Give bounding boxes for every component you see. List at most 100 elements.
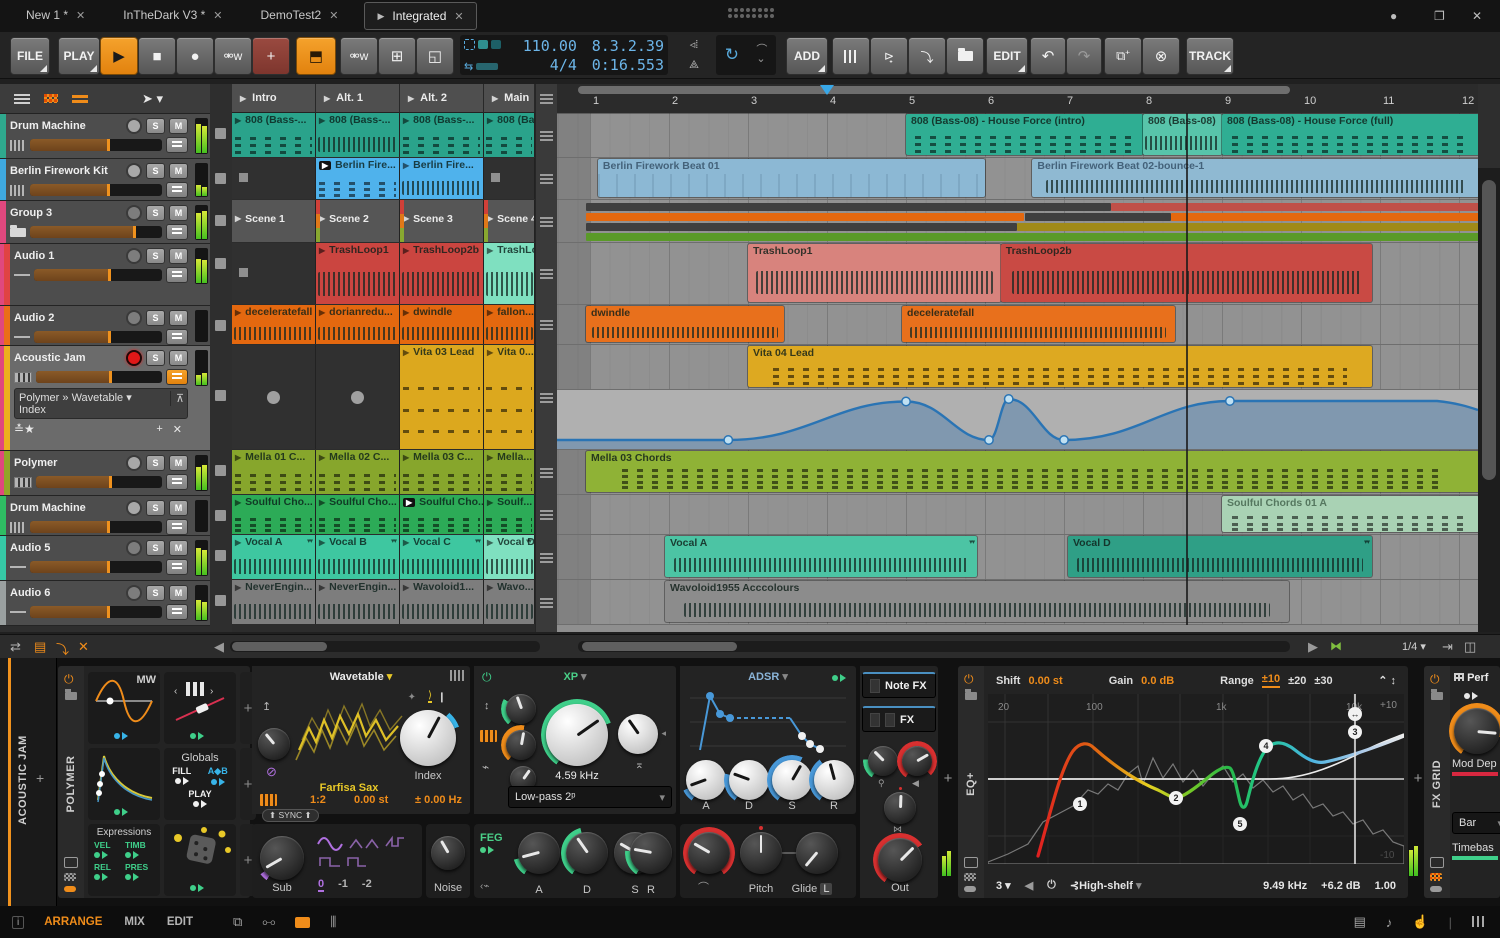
scroll-right-icon[interactable]: ▶: [1308, 639, 1318, 655]
clip-cell[interactable]: ▶ Vita 03 Lead: [400, 345, 484, 449]
row-scene-icon[interactable]: [540, 552, 553, 563]
arranger-clip[interactable]: Vita 04 Lead: [748, 346, 1373, 387]
clip-play-icon[interactable]: ▶: [487, 348, 493, 357]
osc-mode-icon-c[interactable]: ❙: [438, 692, 446, 703]
clip-cell[interactable]: ▶ deceleratefall: [232, 305, 316, 344]
file-menu-button[interactable]: FILE: [10, 37, 50, 75]
launcher-panel-toggle-icon[interactable]: [295, 916, 311, 928]
polymer-power-icon[interactable]: ⏻: [64, 672, 74, 687]
sub-knob[interactable]: [255, 831, 309, 885]
clip-cell[interactable]: ▶ Soulful Cho...: [400, 495, 484, 534]
fxgrid-display-icon[interactable]: [1430, 857, 1444, 868]
group-scene-cell[interactable]: ▶ Scene 3: [400, 200, 484, 242]
automation-point[interactable]: [901, 396, 911, 407]
filter-range-icon[interactable]: ↕: [484, 700, 490, 712]
eq-modroute-icon[interactable]: [964, 886, 976, 892]
clip-cell[interactable]: ▶ Soulful Cho...: [316, 495, 400, 534]
arranger-clip[interactable]: dwindle: [586, 306, 784, 342]
clip-play-icon[interactable]: ▶: [487, 116, 493, 125]
delete-button[interactable]: ⊗: [1142, 37, 1180, 75]
polymer-grid-icon[interactable]: [64, 873, 76, 881]
clip-cell[interactable]: ▶ Wavoloid1...: [400, 580, 484, 624]
eq-range-30[interactable]: ±30: [1314, 675, 1332, 687]
feg-a-knob[interactable]: [513, 827, 565, 879]
tab-close-icon[interactable]: ✕: [329, 9, 338, 22]
clip-cell[interactable]: ▶ Mella 02 C...: [316, 450, 400, 494]
pres-mod[interactable]: PRES: [125, 862, 154, 882]
mute-button[interactable]: M: [169, 350, 188, 366]
eq-band-count[interactable]: 3 ▾: [996, 879, 1011, 892]
vol-mod-knob[interactable]: [897, 741, 937, 781]
track-menu-button[interactable]: [166, 519, 188, 535]
automation-point[interactable]: [1059, 435, 1069, 445]
filter-type-select[interactable]: XP ▾: [474, 666, 676, 683]
automation-point[interactable]: [723, 435, 734, 445]
group-scene-cell[interactable]: ▶ Scene 2: [316, 200, 400, 242]
filter-mode-select[interactable]: Low-pass 2ᵖ ▾: [508, 786, 672, 808]
row-scene-icon[interactable]: [540, 510, 553, 520]
tab-close-icon[interactable]: ✕: [76, 9, 85, 22]
record-arm-button[interactable]: [126, 455, 142, 471]
duplicate-button[interactable]: ⧉⁺: [1104, 37, 1142, 75]
io-tray-icon[interactable]: ▤: [1354, 914, 1366, 930]
automation-curve[interactable]: [557, 390, 1478, 449]
zoom-fit-icon[interactable]: ◫: [1464, 639, 1476, 655]
launcher-grid-toggle-icon[interactable]: [44, 94, 58, 103]
clip-cell[interactable]: ▶ TrashLoop1: [316, 243, 400, 304]
fxgrid-mod-arrow-icon[interactable]: [1464, 692, 1478, 700]
mute-button[interactable]: M: [169, 585, 188, 601]
fxgrid-mod-depth-knob[interactable]: [1449, 703, 1500, 759]
velocity-knob[interactable]: [863, 741, 903, 781]
arranger-clip[interactable]: Berlin Firework Beat 01: [597, 159, 985, 197]
clip-cell[interactable]: ▶ 808 (Bass-...: [232, 113, 316, 157]
timb-mod[interactable]: TIMB: [125, 840, 154, 860]
loop-toggle-icon[interactable]: ↻: [725, 45, 739, 65]
volume-slider[interactable]: [36, 371, 162, 383]
arranger-clip[interactable]: deceleratefall: [902, 306, 1175, 342]
eq-band-gain[interactable]: +6.2 dB: [1321, 880, 1360, 892]
fxgrid-power-icon[interactable]: ⏻: [1430, 672, 1440, 687]
amp-a-knob[interactable]: [681, 755, 731, 805]
clip-cell[interactable]: ▶ Berlin Fire...: [400, 158, 484, 199]
clip-play-icon[interactable]: ▶: [403, 116, 409, 125]
record-arm-button[interactable]: [126, 248, 142, 264]
track-header-drum-machine[interactable]: Drum Machine S M: [0, 114, 210, 159]
arrange-view-button[interactable]: ARRANGE: [44, 916, 102, 928]
eq-shift-value[interactable]: 0.00 st: [1028, 675, 1062, 687]
mute-button[interactable]: M: [169, 118, 188, 134]
project-tab[interactable]: New 1 * ✕: [14, 2, 97, 28]
tempo-display[interactable]: 110.00: [516, 37, 577, 56]
sub-wave-selector[interactable]: [314, 832, 414, 872]
scene-play-icon[interactable]: ▶: [240, 94, 246, 103]
info-icon[interactable]: i: [12, 915, 25, 929]
favorite-star-icon[interactable]: ≛★: [14, 422, 35, 436]
track-header-audio-6[interactable]: Audio 6 SM: [0, 581, 210, 626]
edit-menu-button[interactable]: EDIT: [986, 37, 1028, 75]
solo-button[interactable]: S: [146, 205, 165, 221]
volume-slider[interactable]: [30, 521, 162, 533]
song-position-display[interactable]: 8.3.2.39: [577, 37, 664, 56]
amp-d-knob[interactable]: [724, 755, 774, 805]
arranger-clip[interactable]: Soulful Chords 01 A: [1222, 496, 1478, 532]
clip-play-icon[interactable]: ▶: [235, 538, 241, 547]
playback-start-marker[interactable]: [820, 85, 834, 95]
track-header-audio-1[interactable]: Audio 1 SM: [0, 244, 210, 306]
automation-point[interactable]: [984, 435, 994, 445]
envelope-mod-arrow-icon[interactable]: [114, 808, 128, 816]
track-menu-button[interactable]: [166, 224, 188, 240]
record-arm-button[interactable]: [126, 310, 142, 326]
track-header-audio-2[interactable]: Audio 2 SM: [0, 306, 210, 346]
song-time-display[interactable]: 0:16.553: [577, 56, 664, 75]
record-arm-button[interactable]: [126, 205, 142, 221]
osc-retrig-icon[interactable]: ↥: [262, 700, 271, 713]
expressions-mod-cell[interactable]: Expressions VEL TIMB REL PRES: [88, 824, 160, 896]
scene-header[interactable]: ▶ Alt. 2: [400, 84, 484, 113]
grid-zoom-value[interactable]: 1/4 ▾: [1402, 640, 1426, 653]
vel-mod[interactable]: VEL: [94, 840, 123, 860]
clip-cell[interactable]: ▶ 808 (Bass-...: [484, 113, 535, 157]
track-menu-button[interactable]: [166, 604, 188, 620]
row-scene-icon[interactable]: [540, 216, 553, 227]
clip-cell[interactable]: ▶ Mella 01 C...: [232, 450, 316, 494]
edit-view-button[interactable]: EDIT: [167, 916, 193, 928]
osc-mode-icon-a[interactable]: ✦: [408, 692, 416, 703]
